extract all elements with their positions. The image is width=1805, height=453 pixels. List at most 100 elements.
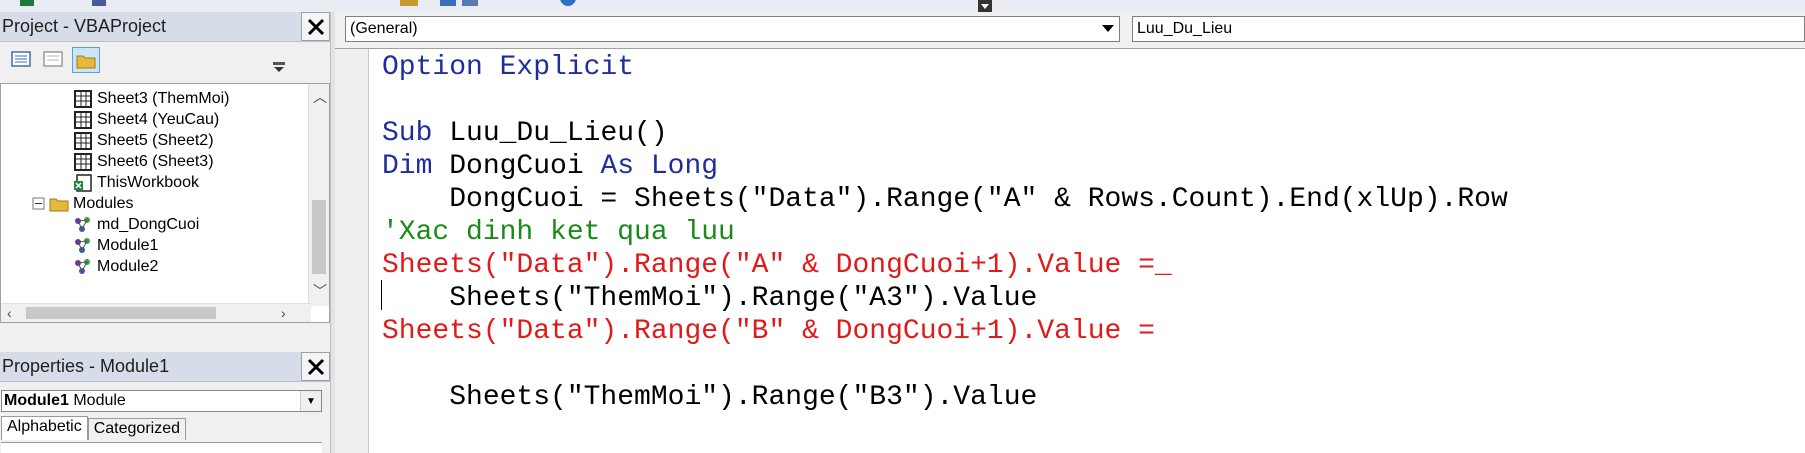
code-line[interactable]: 'Xac dinh ket qua luu [382,216,735,249]
code-line[interactable]: Sheets("ThemMoi").Range("B3").Value [382,381,1037,414]
project-toolbar [0,42,330,79]
scroll-down-icon[interactable]: ﹀ [313,284,327,298]
view-object-icon [43,51,63,67]
project-explorer-panel: Project - VBAProject Sheet3 (ThemMoi) Sh… [0,12,330,453]
code-token: Luu_Du_Lieu() [432,118,668,149]
code-token: Sheets("Data").Range("B" & DongCuoi+1).V… [382,316,1155,347]
code-line[interactable]: Sheets("Data").Range("B" & DongCuoi+1).V… [382,315,1155,348]
code-line[interactable]: Sheets("ThemMoi").Range("A3").Value [382,282,1037,315]
toolbar-strip [0,0,1805,12]
tree-item-thisworkbook[interactable]: ThisWorkbook [73,172,199,194]
code-line[interactable]: Sheets("Data").Range("A" & DongCuoi+1).V… [382,249,1172,282]
tree-item-module1[interactable]: Module1 [73,235,158,257]
tree-item-sheet5[interactable]: Sheet5 (Sheet2) [73,130,214,152]
object-combo-value: (General) [350,20,418,37]
worksheet-icon [74,90,92,108]
code-token: 'Xac dinh ket qua luu [382,217,735,248]
code-line[interactable]: Dim DongCuoi As Long [382,150,718,183]
save-icon[interactable] [92,0,106,6]
code-editor[interactable]: Option Explicit Sub Luu_Du_Lieu() Dim Dong… [335,48,1805,453]
project-panel-title: Project - VBAProject [2,16,167,36]
project-close-button[interactable] [301,12,330,41]
help-icon[interactable] [560,0,576,6]
code-token: Dim [382,151,433,182]
tree-item-label: md_DongCuoi [97,216,200,233]
properties-panel-title-bar: Properties - Module1 [0,352,330,382]
object-name: Module1 [4,392,69,409]
tree-item-sheet6[interactable]: Sheet6 (Sheet3) [73,151,214,173]
tab-alphabetic[interactable]: Alphabetic [1,416,88,440]
module-icon [75,217,90,232]
procedure-combo[interactable]: Luu_Du_Lieu [1132,16,1805,42]
vertical-scroll-thumb[interactable] [312,200,326,274]
code-line[interactable]: Option Explicit [382,51,634,84]
tree-item-sheet4[interactable]: Sheet4 (YeuCau) [73,109,219,131]
scroll-left-icon[interactable]: ‹ [7,306,12,320]
tree-item-label: Sheet5 (Sheet2) [97,132,214,149]
procedure-combo-value: Luu_Du_Lieu [1137,20,1233,37]
excel-icon[interactable] [20,0,34,6]
horizontal-scroll-thumb[interactable] [26,307,216,319]
tree-item-label: Module1 [97,237,159,254]
properties-close-button[interactable] [301,352,330,381]
code-token: DongCuoi [432,151,601,182]
tree-item-label: ThisWorkbook [97,174,199,191]
scroll-up-icon[interactable]: ︿ [313,90,327,104]
object-browser-icon[interactable] [440,0,480,6]
code-token: Sheets("Data").Range("A" & DongCuoi+1).V… [382,250,1172,281]
view-object-button[interactable] [40,47,68,73]
toolbar-overflow-button[interactable] [272,50,286,74]
vba-editor: Project - VBAProject Sheet3 (ThemMoi) Sh… [0,0,1805,453]
text-cursor [381,280,382,310]
workbook-icon [74,174,92,192]
chevron-down-icon [273,62,285,72]
code-token: As Long [600,151,719,182]
worksheet-icon [74,153,92,171]
project-tree: Sheet3 (ThemMoi) Sheet4 (YeuCau) Sheet5 … [0,83,330,323]
object-combo[interactable]: (General) [345,16,1120,42]
worksheet-icon [74,132,92,150]
folder-icon [49,198,69,212]
tree-item-label: Module2 [97,258,159,275]
tab-categorized[interactable]: Categorized [87,418,186,440]
toolbar-dropdown-icon[interactable] [978,0,992,12]
scroll-right-icon[interactable]: › [281,306,286,320]
project-panel-title-bar: Project - VBAProject [0,12,330,42]
tree-vertical-scrollbar[interactable]: ︿ ﹀ [308,84,329,306]
code-line[interactable]: Sub Luu_Du_Lieu() [382,117,668,150]
tree-item-label: Sheet4 (YeuCau) [97,111,220,128]
tree-item-modules-folder[interactable]: Modules [31,193,133,215]
tree-item-md-dongcuoi[interactable]: md_DongCuoi [73,214,199,236]
code-token: Sub [382,118,433,149]
chevron-down-icon[interactable] [1097,17,1119,41]
close-icon [307,358,324,375]
module-icon [75,238,90,253]
properties-grid [1,442,322,453]
tree-item-label: Sheet3 (ThemMoi) [97,90,230,107]
code-token: Sheets("ThemMoi").Range("A3").Value [382,283,1038,314]
properties-panel-title: Properties - Module1 [2,356,170,376]
code-token: Sheets("ThemMoi").Range("B3").Value [382,382,1038,413]
code-window: (General) Luu_Du_Lieu Option Explicit Sub… [335,12,1805,453]
code-margin-indicator-bar[interactable] [335,49,369,453]
code-token: Option Explicit [382,52,635,83]
properties-tabs: Alphabetic Categorized [1,416,186,442]
folder-icon [76,55,96,69]
tree-horizontal-scrollbar[interactable]: ‹ › [1,303,311,322]
chevron-down-icon[interactable]: ▼ [300,391,321,411]
object-type: Module [73,392,126,409]
tree-item-module2[interactable]: Module2 [73,256,158,278]
toggle-folders-button[interactable] [72,47,100,73]
module-icon [75,259,90,274]
view-code-button[interactable] [8,47,36,73]
close-icon [307,18,324,35]
tree-item-label: Sheet6 (Sheet3) [97,153,214,170]
code-line[interactable]: DongCuoi = Sheets("Data").Range("A" & Ro… [382,183,1508,216]
worksheet-icon [74,111,92,129]
toolbox-icon[interactable] [400,0,418,6]
tree-item-label: Modules [73,195,134,212]
collapse-icon[interactable] [31,194,47,214]
tree-item-sheet3[interactable]: Sheet3 (ThemMoi) [73,88,230,110]
code-token: DongCuoi = Sheets("Data").Range("A" & Ro… [382,184,1508,215]
properties-object-select[interactable]: Module1 Module ▼ [1,390,322,412]
